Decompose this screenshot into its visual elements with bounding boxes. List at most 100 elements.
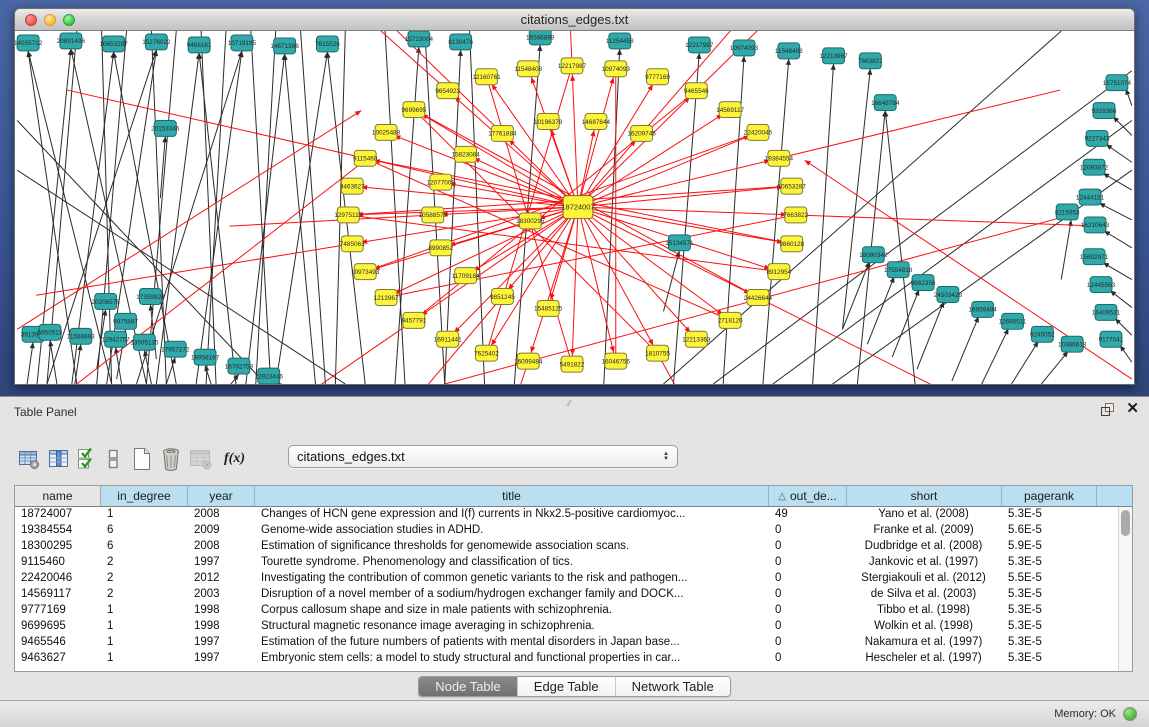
network-node-yellow[interactable]: 8912954 xyxy=(766,264,791,280)
network-node-teal[interactable]: 15692971 xyxy=(1080,249,1109,265)
network-node-teal[interactable]: 7615526 xyxy=(315,36,340,52)
network-node-yellow[interactable]: 9699695 xyxy=(402,102,427,118)
table-mode-icon[interactable] xyxy=(14,446,44,472)
network-node-yellow[interactable]: 16209746 xyxy=(627,125,656,141)
table-row[interactable]: 911546021997Tourette syndrome. Phenomeno… xyxy=(15,555,1132,571)
column-header-pagerank[interactable]: pagerank xyxy=(1002,486,1097,506)
network-node-teal[interactable]: 9177041 xyxy=(1099,331,1124,347)
network-node-yellow[interactable]: 7485063 xyxy=(340,236,365,252)
column-header-out_degree[interactable]: △out_de... xyxy=(769,486,847,506)
network-node-teal[interactable]: 10366618 xyxy=(1058,336,1087,352)
network-node-teal[interactable]: 16566899 xyxy=(526,31,555,45)
network-node-teal[interactable]: 16210643 xyxy=(1081,217,1110,233)
network-node-yellow[interactable]: 9851245 xyxy=(490,289,515,305)
table-row[interactable]: 2242004622012Investigating the contribut… xyxy=(15,571,1132,587)
network-node-teal[interactable]: 9245052 xyxy=(1030,326,1055,342)
network-node-yellow[interactable]: 10025488 xyxy=(372,124,401,140)
network-node-teal[interactable]: 11568693 xyxy=(67,328,95,344)
network-node-teal[interactable]: 16648784 xyxy=(871,95,900,111)
network-node-teal[interactable]: 10974093 xyxy=(730,40,759,56)
network-node-yellow[interactable]: 10588579 xyxy=(419,207,448,223)
network-node-teal[interactable]: 10719195 xyxy=(228,35,257,51)
table-selector-dropdown[interactable]: citations_edges.txt ▲▼ xyxy=(288,445,678,468)
network-node-yellow[interactable]: 9463627 xyxy=(340,178,365,194)
network-node-teal[interactable]: 17957272 xyxy=(161,341,190,357)
table-row[interactable]: 1456911722003Disruption of a novel membe… xyxy=(15,587,1132,603)
scrollbar-thumb[interactable] xyxy=(1121,510,1130,536)
network-node-teal[interactable]: 7663821 xyxy=(858,53,883,69)
network-node-teal[interactable]: 17554818 xyxy=(884,262,913,278)
column-header-name[interactable]: name xyxy=(15,486,101,506)
close-icon[interactable]: ✕ xyxy=(1126,401,1139,417)
float-window-icon[interactable] xyxy=(1100,402,1116,417)
column-header-in_degree[interactable]: in_degree xyxy=(101,486,188,506)
network-node-yellow[interactable]: 12975115 xyxy=(334,207,362,223)
network-node-teal[interactable]: 14671388 xyxy=(270,38,299,54)
network-node-teal[interactable]: 12213967 xyxy=(819,48,848,64)
network-node-yellow[interactable]: 12160761 xyxy=(472,69,501,85)
network-node-teal[interactable]: 12445563 xyxy=(1087,277,1116,293)
show-column-icon[interactable] xyxy=(44,446,74,472)
network-node-yellow[interactable]: 19384554 xyxy=(765,150,794,166)
table-row[interactable]: 1830029562008Estimation of significance … xyxy=(15,539,1132,555)
network-node-teal[interactable]: 12444151 xyxy=(1076,189,1105,205)
network-node-yellow[interactable]: 5491822 xyxy=(560,356,585,372)
network-node-teal[interactable]: 12942757 xyxy=(101,331,130,347)
network-node-teal[interactable]: 16409531 xyxy=(1092,304,1121,320)
network-node-yellow[interactable]: 9115460 xyxy=(353,150,378,166)
table-row[interactable]: 946362711997Embryonic stem cells: a mode… xyxy=(15,651,1132,667)
network-node-teal[interactable]: 18090342 xyxy=(859,247,888,263)
network-node-yellow[interactable]: 7663822 xyxy=(783,207,808,223)
column-header-year[interactable]: year xyxy=(188,486,255,506)
network-node-yellow[interactable]: 12077008 xyxy=(427,174,456,190)
table-vertical-scrollbar[interactable] xyxy=(1118,507,1132,671)
tab-edge-table[interactable]: Edge Table xyxy=(517,677,615,696)
network-node-yellow[interactable]: 9465546 xyxy=(684,83,709,99)
column-header-title[interactable]: title xyxy=(255,486,769,506)
network-canvas[interactable]: 1405571220891406106532871527602294661611… xyxy=(15,31,1134,384)
network-node-yellow[interactable]: 14569117 xyxy=(716,102,744,118)
network-node-teal[interactable]: 11254458 xyxy=(606,33,634,49)
network-node-teal[interactable]: 20206576 xyxy=(92,294,121,310)
network-node-yellow[interactable]: 9860128 xyxy=(779,236,804,252)
splitter-grip[interactable]: ∕∕ xyxy=(568,398,571,408)
network-node-yellow[interactable]: 18300295 xyxy=(516,213,545,229)
network-node-teal[interactable]: 8130476 xyxy=(448,34,473,50)
function-builder-icon[interactable]: f(x) xyxy=(216,451,251,467)
network-node-teal[interactable]: 15134571 xyxy=(665,235,694,251)
network-node-teal[interactable]: 20153346 xyxy=(151,120,180,136)
network-node-teal[interactable]: 15723004 xyxy=(405,31,434,47)
network-node-yellow[interactable]: 16046756 xyxy=(602,353,631,369)
network-node-teal[interactable]: 15751074 xyxy=(1103,75,1132,91)
network-node-teal[interactable]: 9975887 xyxy=(113,313,138,329)
network-node-yellow[interactable]: 10974093 xyxy=(602,61,631,77)
network-node-yellow[interactable]: 17761884 xyxy=(488,125,517,141)
network-node-yellow[interactable]: 11548408 xyxy=(514,61,542,77)
delete-column-icon[interactable] xyxy=(156,446,186,472)
network-node-teal[interactable]: 16958167 xyxy=(191,349,220,365)
network-node-teal[interactable]: 20891406 xyxy=(57,33,86,49)
network-node-yellow[interactable]: 8990852 xyxy=(428,240,453,256)
network-node-teal[interactable]: 12665511 xyxy=(999,313,1027,329)
network-node-yellow[interactable]: 2718120 xyxy=(718,312,743,328)
network-node-yellow[interactable]: 22420046 xyxy=(744,124,773,140)
network-node-teal[interactable]: 9329366 xyxy=(1092,103,1117,119)
table-row[interactable]: 1872400712008Changes of HCN gene express… xyxy=(15,507,1132,523)
network-node-hub[interactable]: 18724007 xyxy=(561,196,594,219)
network-node-yellow[interactable]: 16911441 xyxy=(434,331,462,347)
network-window-titlebar[interactable]: citations_edges.txt xyxy=(15,9,1134,31)
network-node-teal[interactable]: 13505135 xyxy=(130,334,159,350)
network-node-teal[interactable]: 12217987 xyxy=(685,37,714,53)
network-node-yellow[interactable]: 10653287 xyxy=(778,178,807,194)
table-row[interactable]: 969969511998Structural magnetic resonanc… xyxy=(15,619,1132,635)
tab-network-table[interactable]: Network Table xyxy=(615,677,730,696)
network-node-yellow[interactable]: 9654923 xyxy=(435,83,460,99)
network-node-yellow[interactable]: 1810755 xyxy=(645,345,670,361)
tab-node-table[interactable]: Node Table xyxy=(419,677,517,696)
network-node-yellow[interactable]: 10973493 xyxy=(351,264,380,280)
column-header-short[interactable]: short xyxy=(847,486,1002,506)
network-node-yellow[interactable]: 11709184 xyxy=(452,268,480,284)
network-node-yellow[interactable]: 14687844 xyxy=(582,114,611,130)
network-node-yellow[interactable]: 15485125 xyxy=(534,300,563,316)
network-node-yellow[interactable]: 10196378 xyxy=(534,114,563,130)
